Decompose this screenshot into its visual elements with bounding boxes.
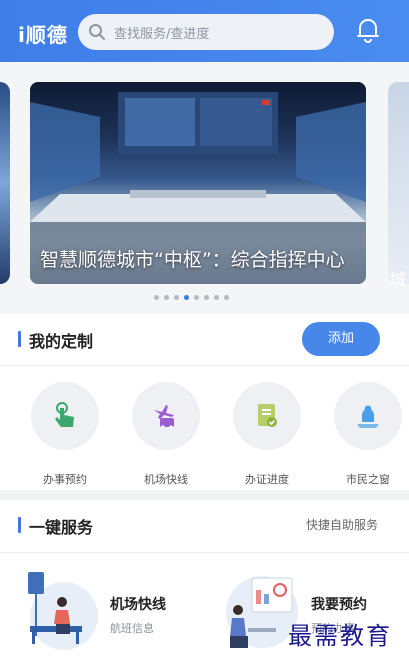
- certificate-icon: [258, 404, 277, 427]
- section-title: 我的定制: [29, 332, 94, 351]
- custom-section-header: 我的定制 添加: [0, 314, 409, 364]
- carousel-dot[interactable]: [224, 295, 229, 300]
- custom-item-airport-express[interactable]: 机场快线: [116, 382, 216, 486]
- custom-item-label: 机场快线: [144, 473, 188, 486]
- carousel-dot[interactable]: [204, 295, 209, 300]
- custom-item-label: 办证进度: [245, 473, 289, 486]
- section-separator: [0, 490, 409, 500]
- airport-illustration-icon: [28, 572, 98, 650]
- banner-next-text: 城: [390, 270, 407, 289]
- custom-item-appointment[interactable]: 办事预约: [15, 382, 115, 486]
- service-card-title: 机场快线: [110, 597, 166, 613]
- carousel-dot[interactable]: [194, 295, 199, 300]
- custom-item-label: 市民之窗: [346, 473, 390, 486]
- carousel-dot[interactable]: [174, 295, 179, 300]
- carousel-dot[interactable]: [214, 295, 219, 300]
- custom-icons-row: 办事预约 机场快线 办证进度 市民之窗: [0, 366, 409, 488]
- section-accent-bar: [18, 331, 21, 347]
- carousel-dots: [154, 295, 229, 303]
- banner-next-card[interactable]: 城: [388, 82, 409, 289]
- carousel-dot-active[interactable]: [184, 295, 189, 300]
- top-header: i顺德 查找服务/查进度: [0, 0, 409, 62]
- service-card-airport[interactable]: 机场快线 航班信息: [18, 566, 198, 664]
- airport-bus-icon: [154, 405, 174, 429]
- carousel-dot[interactable]: [154, 295, 159, 300]
- watermark-text: 最需教育: [288, 622, 392, 650]
- icon-background: [132, 382, 200, 450]
- custom-item-label: 办事预约: [43, 473, 87, 486]
- quick-self-service-link[interactable]: 快捷自助服务: [306, 516, 378, 533]
- bell-icon[interactable]: [356, 17, 380, 43]
- service-section-header: 一键服务 快捷自助服务: [0, 500, 409, 550]
- icon-background: [31, 382, 99, 450]
- service-card-subtitle: 航班信息: [110, 622, 154, 635]
- banner-main-card[interactable]: 智慧顺德城市“中枢”：综合指挥中心: [30, 82, 366, 284]
- banner-carousel[interactable]: 智慧顺德城市“中枢”：综合指挥中心 城: [0, 62, 409, 314]
- citizen-window-icon: [357, 405, 379, 428]
- carousel-dot[interactable]: [164, 295, 169, 300]
- banner-prev-card[interactable]: [0, 82, 10, 284]
- search-input[interactable]: 查找服务/查进度: [78, 14, 334, 50]
- banner-caption: 智慧顺德城市“中枢”：综合指挥中心: [40, 249, 345, 271]
- icon-background: [233, 382, 301, 450]
- icon-background: [334, 382, 402, 450]
- hand-tap-icon: [55, 402, 74, 427]
- section-accent-bar: [18, 517, 21, 533]
- custom-item-certificate-progress[interactable]: 办证进度: [217, 382, 317, 486]
- service-card-title: 我要预约: [311, 597, 367, 613]
- app-logo: i顺德: [18, 23, 68, 47]
- section-title: 一键服务: [29, 518, 94, 537]
- custom-item-citizen-window[interactable]: 市民之窗: [318, 382, 409, 486]
- search-icon: [89, 24, 105, 40]
- add-button[interactable]: 添加: [302, 322, 380, 356]
- divider: [0, 552, 409, 553]
- search-placeholder: 查找服务/查进度: [114, 27, 210, 42]
